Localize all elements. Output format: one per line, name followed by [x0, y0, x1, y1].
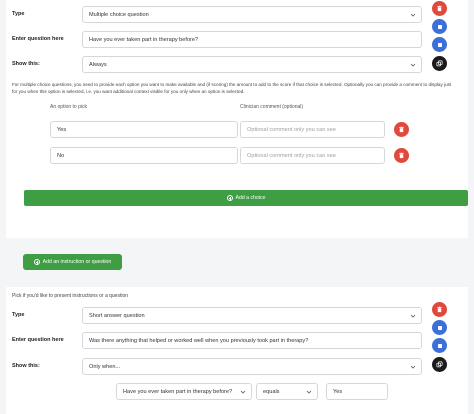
condition-question-select[interactable]: Have you ever taken part in therapy befo…: [116, 383, 252, 400]
question-input-value: Have you ever taken part in therapy befo…: [89, 36, 199, 43]
show-select[interactable]: Always: [82, 56, 422, 73]
arrow-down-icon: [437, 343, 443, 349]
question-card-2: Pick if you'd like to present instructio…: [6, 287, 468, 414]
duplicate-button[interactable]: [432, 357, 447, 372]
option-input-value: Yes: [57, 126, 67, 133]
comment-input[interactable]: Optional comment only you can see: [240, 121, 385, 138]
show-label: Show this:: [12, 363, 40, 369]
show-select[interactable]: Only when...: [82, 358, 422, 375]
question-label: Enter question here: [12, 337, 64, 343]
show-label: Show this:: [12, 61, 40, 67]
show-select-value: Always: [89, 61, 107, 68]
arrow-up-icon: [437, 325, 443, 331]
question-input-value: Was there anything that helped or worked…: [89, 337, 309, 344]
comment-input-placeholder: Optional comment only you can see: [247, 152, 336, 159]
add-circle-icon: [33, 259, 40, 265]
add-instruction-label: Add an instruction or question: [42, 259, 112, 265]
copy-icon: [436, 60, 443, 67]
delete-option-button[interactable]: [394, 122, 409, 137]
trash-icon: [398, 152, 405, 159]
delete-question-button[interactable]: [432, 302, 447, 317]
delete-option-button[interactable]: [394, 148, 409, 163]
pick-note: Pick if you'd like to present instructio…: [12, 293, 129, 299]
comment-input[interactable]: Optional comment only you can see: [240, 147, 385, 164]
add-choice-button[interactable]: Add a choice: [24, 190, 468, 206]
chevron-down-icon: [410, 313, 416, 319]
type-select-value: Short answer question: [89, 312, 145, 319]
arrow-down-icon: [437, 42, 443, 48]
condition-operator-value: equals: [263, 388, 280, 395]
option-column-header: An option to pick: [50, 104, 87, 110]
chevron-down-icon: [410, 62, 416, 68]
duplicate-button[interactable]: [432, 56, 447, 71]
condition-operator-select[interactable]: equals: [256, 383, 318, 400]
add-circle-icon: [226, 195, 233, 201]
question-input[interactable]: Was there anything that helped or worked…: [82, 332, 422, 349]
move-down-button[interactable]: [432, 37, 447, 52]
multiple-choice-help-text: For multiple choice questions, you need …: [12, 82, 452, 94]
move-up-button[interactable]: [432, 19, 447, 34]
comment-input-placeholder: Optional comment only you can see: [247, 126, 336, 133]
question-input[interactable]: Have you ever taken part in therapy befo…: [82, 31, 422, 48]
chevron-down-icon: [410, 12, 416, 18]
question-label: Enter question here: [12, 36, 64, 42]
chevron-down-icon: [240, 389, 246, 395]
option-input[interactable]: No: [50, 147, 238, 164]
condition-value-input[interactable]: Yes: [326, 383, 388, 400]
type-label: Type: [12, 312, 25, 318]
comment-column-header: Clinician comment (optional): [240, 104, 304, 110]
condition-value: Yes: [333, 388, 343, 395]
chevron-down-icon: [306, 389, 312, 395]
condition-question-value: Have you ever taken part in therapy befo…: [123, 388, 233, 395]
move-up-button[interactable]: [432, 320, 447, 335]
type-select-value: Multiple choice question: [89, 11, 149, 18]
add-instruction-button[interactable]: Add an instruction or question: [23, 254, 122, 270]
show-select-value: Only when...: [89, 363, 121, 370]
type-label: Type: [12, 11, 25, 17]
option-input[interactable]: Yes: [50, 121, 238, 138]
add-choice-label: Add a choice: [235, 195, 266, 201]
delete-question-button[interactable]: [432, 1, 447, 16]
option-input-value: No: [57, 152, 65, 159]
type-select[interactable]: Short answer question: [82, 307, 422, 324]
question-card-1: Type Multiple choice question Enter ques…: [6, 0, 468, 238]
trash-icon: [436, 306, 443, 313]
arrow-up-icon: [437, 24, 443, 30]
type-select[interactable]: Multiple choice question: [82, 6, 422, 23]
chevron-down-icon: [410, 364, 416, 370]
copy-icon: [436, 361, 443, 368]
move-down-button[interactable]: [432, 338, 447, 353]
trash-icon: [398, 126, 405, 133]
trash-icon: [436, 5, 443, 12]
